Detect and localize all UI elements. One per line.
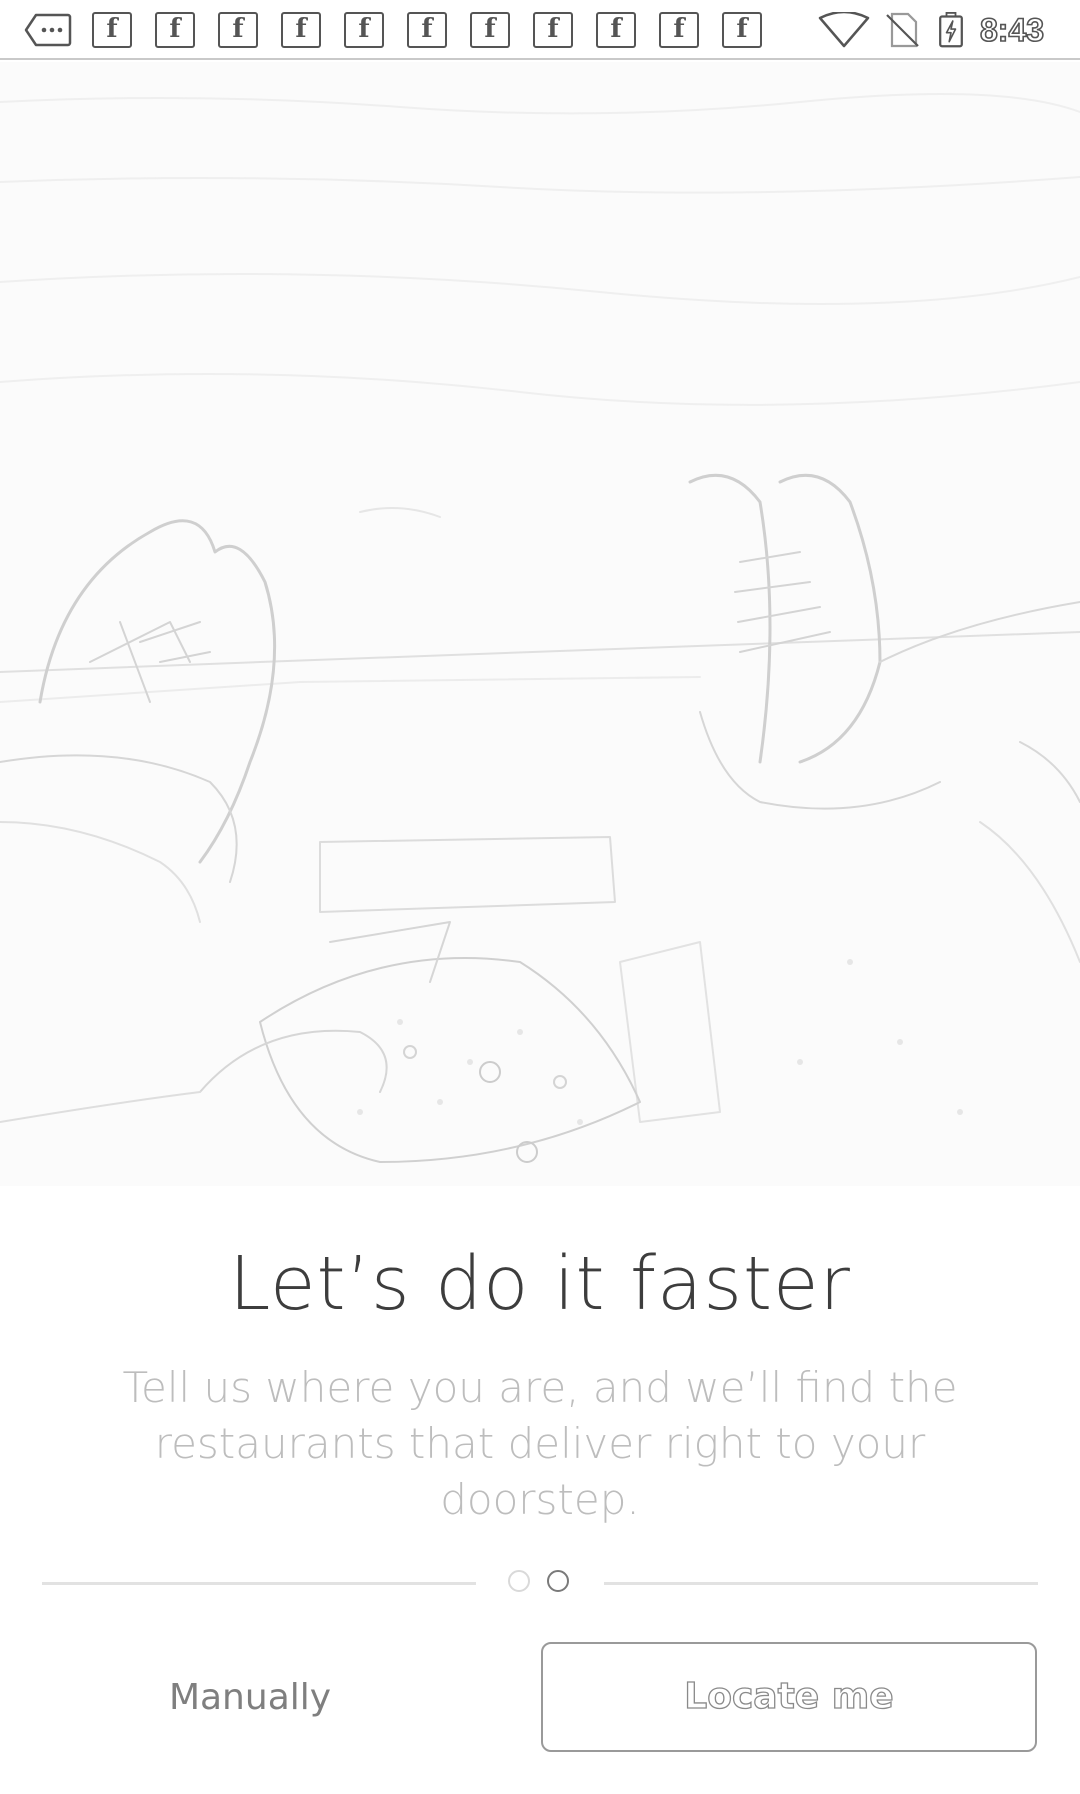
facebook-notification-icon: f <box>722 12 762 48</box>
facebook-notification-icon: f <box>218 12 258 48</box>
facebook-notification-icon: f <box>533 12 573 48</box>
facebook-notification-icon: f <box>470 12 510 48</box>
facebook-notification-icon: f <box>155 12 195 48</box>
manually-button[interactable]: Manually <box>90 1650 410 1746</box>
page-indicator-dot-1[interactable] <box>508 1570 530 1592</box>
facebook-notification-icon: f <box>92 12 132 48</box>
pager-divider-right <box>604 1582 1038 1585</box>
page-indicator-dot-2-active[interactable] <box>547 1570 569 1592</box>
facebook-notification-icon: f <box>407 12 447 48</box>
facebook-notification-icon: f <box>344 12 384 48</box>
locate-me-button[interactable]: Locate me <box>541 1642 1037 1752</box>
onboarding-title: Let’s do it faster <box>229 1241 851 1327</box>
hero-image <box>0 62 1080 1186</box>
battery-charging-icon <box>939 12 963 48</box>
facebook-notification-icon: f <box>596 12 636 48</box>
status-clock: 8:43 <box>979 11 1045 49</box>
facebook-notification-icon: f <box>281 12 321 48</box>
feet-and-pizza-illustration <box>0 93 1080 1163</box>
no-sim-icon <box>886 12 919 48</box>
onboarding-description: Tell us where you are, and we’ll find th… <box>122 1363 958 1524</box>
message-icon <box>24 13 72 47</box>
pager-divider-left <box>42 1582 476 1585</box>
status-bar: fffffffffff 8:43 <box>0 0 1080 60</box>
wifi-icon <box>818 12 870 48</box>
facebook-notification-icon: f <box>659 12 699 48</box>
